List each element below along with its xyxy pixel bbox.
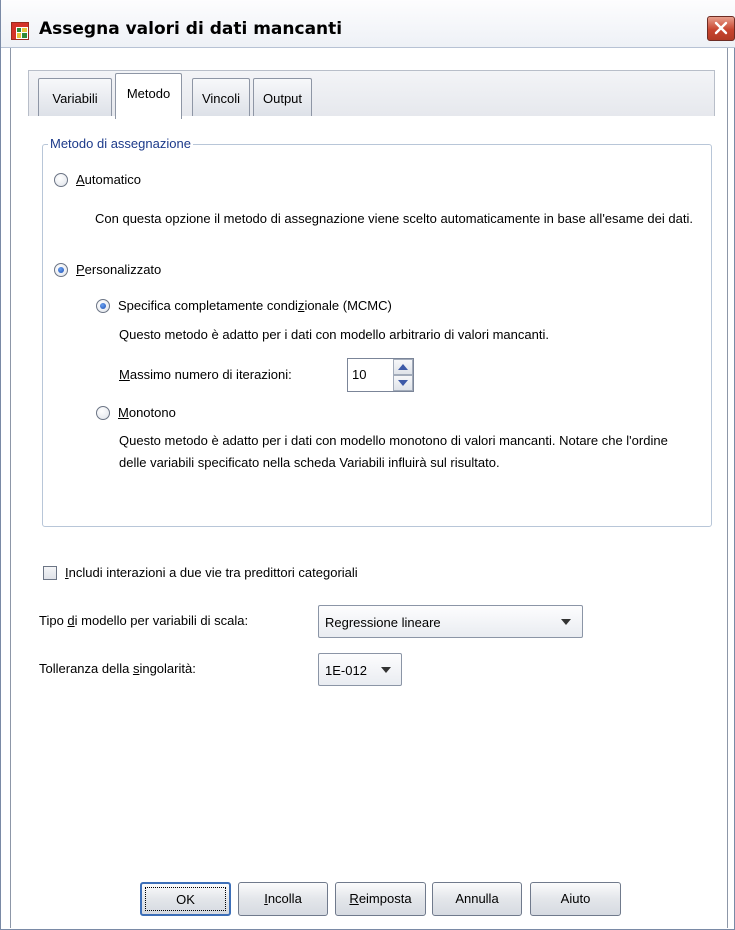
ok-button[interactable]: OK: [140, 882, 231, 916]
tab-metodo[interactable]: Metodo: [115, 73, 182, 119]
scale-model-dropdown[interactable]: Regressione lineare: [318, 605, 583, 638]
fcs-description: Questo metodo è adatto per i dati con mo…: [119, 327, 549, 342]
interactions-checkbox[interactable]: [43, 566, 57, 580]
arrow-up-icon: [398, 364, 408, 370]
tab-output[interactable]: Output: [253, 78, 312, 116]
paste-button[interactable]: Incolla: [238, 882, 328, 916]
custom-radio[interactable]: [54, 263, 68, 277]
reset-button[interactable]: Reimposta: [335, 882, 426, 916]
chevron-down-icon: [381, 667, 391, 673]
method-group-legend: Metodo di assegnazione: [48, 136, 193, 151]
tab-vincoli[interactable]: Vincoli: [192, 78, 250, 116]
interactions-label[interactable]: Includi interazioni a due vie tra predit…: [65, 565, 358, 580]
automatic-description: Con questa opzione il metodo di assegnaz…: [95, 211, 693, 226]
fcs-radio[interactable]: [96, 299, 110, 313]
monotone-description: Questo metodo è adatto per i dati con mo…: [119, 433, 668, 470]
monotone-radio[interactable]: [96, 406, 110, 420]
iterations-value[interactable]: 10: [352, 367, 366, 382]
iterations-label: Massimo numero di iterazioni:: [119, 367, 292, 382]
tolerance-label: Tolleranza della singolarità:: [39, 661, 196, 676]
tab-variabili[interactable]: Variabili: [38, 78, 112, 116]
title-bar: Assegna valori di dati mancanti: [1, 0, 735, 48]
window-title: Assegna valori di dati mancanti: [39, 19, 343, 39]
scale-model-label: Tipo di modello per variabili di scala:: [39, 613, 249, 628]
tolerance-value: 1E-012: [325, 663, 367, 678]
close-icon: [714, 21, 728, 35]
table-grid-icon: [11, 22, 29, 40]
automatic-label[interactable]: Automatico: [76, 172, 141, 187]
dialog-window: Assegna valori di dati mancanti Variabil…: [0, 0, 735, 930]
spin-up-button[interactable]: [393, 359, 413, 375]
help-button[interactable]: Aiuto: [530, 882, 621, 916]
spinner-buttons: [393, 359, 413, 391]
cancel-button[interactable]: Annulla: [432, 882, 522, 916]
arrow-down-icon: [398, 380, 408, 386]
focus-ring: [145, 887, 226, 911]
iterations-spinner[interactable]: 10: [347, 358, 414, 392]
custom-label[interactable]: Personalizzato: [76, 262, 161, 277]
chevron-down-icon: [561, 619, 571, 625]
spin-down-button[interactable]: [393, 375, 413, 391]
fcs-label[interactable]: Specifica completamente condizionale (MC…: [118, 298, 392, 313]
tolerance-dropdown[interactable]: 1E-012: [318, 653, 402, 686]
automatic-radio[interactable]: [54, 173, 68, 187]
monotone-label[interactable]: Monotono: [118, 405, 176, 420]
scale-model-value: Regressione lineare: [325, 615, 441, 630]
close-button[interactable]: [707, 16, 735, 41]
